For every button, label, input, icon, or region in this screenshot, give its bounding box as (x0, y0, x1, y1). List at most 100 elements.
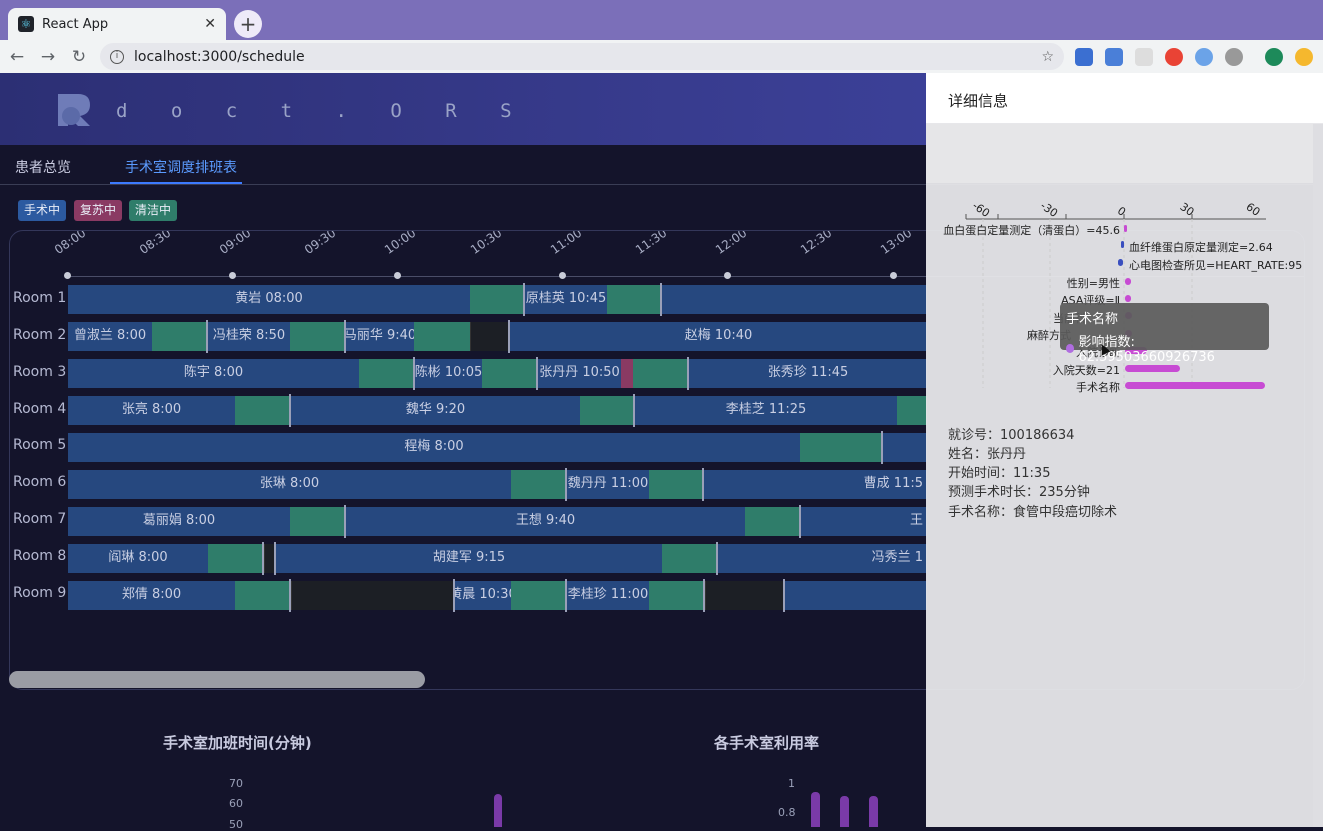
surgery-block[interactable]: 郑倩 8:00 (68, 581, 235, 610)
browser-tab[interactable]: ⚛ React App ✕ (8, 8, 226, 40)
cleaning-block[interactable] (235, 581, 289, 610)
cleaning-block[interactable] (152, 322, 206, 351)
surgery-block[interactable]: 魏丹丹 11:00 (567, 470, 649, 499)
tab-patient-overview[interactable]: 患者总览 (15, 157, 71, 177)
overtime-bar[interactable] (494, 794, 502, 827)
chrome-extension-icon[interactable] (1165, 48, 1183, 66)
cleaning-block[interactable] (580, 396, 633, 425)
cleaning-block[interactable] (511, 470, 565, 499)
surgery-block[interactable]: 马丽华 9:40 (346, 322, 414, 351)
idle-block[interactable] (470, 322, 508, 351)
utilization-bar[interactable] (811, 792, 820, 827)
time-dot (229, 272, 236, 279)
idle-block[interactable] (705, 581, 783, 610)
feature-bar[interactable] (1125, 382, 1265, 389)
feature-bar[interactable] (1125, 365, 1180, 372)
surgery-block[interactable]: 陈宇 8:00 (68, 359, 359, 388)
surgery-block[interactable]: 曾淑兰 8:00 (68, 322, 152, 351)
surgery-block[interactable]: 陈彬 10:05 (415, 359, 482, 388)
cleaning-block[interactable] (359, 359, 413, 388)
panel-section (926, 124, 1323, 184)
utilization-bar[interactable] (840, 796, 849, 827)
cleaning-block[interactable] (633, 359, 687, 388)
cleaning-block[interactable] (745, 507, 799, 536)
surgery-block[interactable]: 程梅 8:00 (68, 433, 800, 462)
reload-icon[interactable]: ↻ (65, 47, 93, 67)
feature-bar[interactable] (1125, 278, 1131, 285)
address-bar[interactable]: i localhost:3000/schedule ☆ (100, 43, 1064, 70)
surgery-block[interactable]: 张琳 8:00 (68, 470, 511, 499)
cleaning-block[interactable] (649, 470, 702, 499)
extension-icon[interactable] (1135, 48, 1153, 66)
tab-or-schedule[interactable]: 手术室调度排班表 (125, 157, 237, 177)
feature-label: 心电图检查所见=HEART_RATE:95 (1129, 259, 1303, 272)
surgery-block[interactable]: 黄晨 10:30 (455, 581, 511, 610)
feature-bar[interactable] (1124, 225, 1127, 232)
room-label: Room 1 (13, 290, 67, 306)
surgery-block[interactable]: 葛丽娟 8:00 (68, 507, 290, 536)
cleaning-block[interactable] (470, 285, 524, 314)
surgery-block[interactable]: 王想 9:40 (346, 507, 745, 536)
cleaning-block[interactable] (290, 322, 344, 351)
surgery-block[interactable]: 张秀珍 11:45 (689, 359, 927, 388)
extension-new-icon[interactable] (1075, 48, 1093, 66)
recovery-block[interactable] (621, 359, 633, 388)
feature-label: 手术名称 (1076, 381, 1120, 394)
forward-icon[interactable]: → (34, 47, 62, 67)
time-tick: 09:30 (301, 230, 339, 257)
cleaning-block[interactable] (208, 544, 262, 573)
surgery-block[interactable]: 黄岩 08:00 (68, 285, 470, 314)
cleaning-block[interactable] (482, 359, 536, 388)
idle-block[interactable] (291, 581, 453, 610)
surgery-block[interactable]: 张亮 8:00 (68, 396, 235, 425)
extension-icon[interactable] (1225, 48, 1243, 66)
new-tab-button[interactable]: + (234, 10, 262, 38)
surgery-block[interactable]: 李桂芝 11:25 (635, 396, 897, 425)
cleaning-block[interactable] (607, 285, 661, 314)
cleaning-block[interactable] (414, 322, 470, 351)
surgery-block[interactable] (785, 581, 927, 610)
surgery-block[interactable] (883, 433, 927, 462)
surgery-block[interactable]: 胡建军 9:15 (276, 544, 662, 573)
surgery-block[interactable]: 魏华 9:20 (291, 396, 580, 425)
surgery-block[interactable]: 曹成 11:5 (704, 470, 927, 499)
surgery-block[interactable]: 冯秀兰 1 (718, 544, 927, 573)
url-text: localhost:3000/schedule (134, 48, 305, 65)
surgery-block[interactable]: 原桂英 10:45 (525, 285, 607, 314)
cleaning-block[interactable] (511, 581, 565, 610)
surgery-block[interactable] (662, 285, 927, 314)
feature-bar[interactable] (1118, 259, 1123, 266)
idle-block[interactable] (264, 544, 274, 573)
profile-avatar[interactable] (1265, 48, 1283, 66)
surgery-block[interactable]: 冯桂荣 8:50 (208, 322, 290, 351)
utilization-bar[interactable] (869, 796, 878, 827)
surgery-block[interactable]: 赵梅 10:40 (510, 322, 927, 351)
surgery-block[interactable]: 张丹丹 10:50 (538, 359, 621, 388)
close-icon[interactable]: ✕ (204, 16, 216, 32)
cleaning-block[interactable] (800, 433, 881, 462)
surgery-block[interactable]: 阎琳 8:00 (68, 544, 208, 573)
time-tick: 13:00 (877, 230, 915, 257)
cleaning-block[interactable] (662, 544, 716, 573)
feature-bar[interactable] (1125, 295, 1131, 302)
cleaning-block[interactable] (290, 507, 344, 536)
feature-bar[interactable] (1121, 241, 1124, 248)
surgery-block[interactable]: 王 (801, 507, 927, 536)
info-name: 姓名：张丹丹 (948, 447, 1027, 462)
bookmark-star-icon[interactable]: ☆ (1041, 49, 1054, 65)
time-tick: 08:00 (51, 230, 89, 257)
translate-extension-icon[interactable] (1105, 48, 1123, 66)
horizontal-scrollbar[interactable] (9, 671, 425, 688)
cleaning-block[interactable] (235, 396, 289, 425)
back-icon[interactable]: ← (3, 47, 31, 67)
y-tick: 50 (229, 818, 243, 831)
site-info-icon[interactable]: i (110, 49, 124, 64)
cleaning-block[interactable] (897, 396, 927, 425)
extension-icon[interactable] (1195, 48, 1213, 66)
panel-scrollbar[interactable] (1313, 124, 1323, 827)
extension-icon[interactable] (1295, 48, 1313, 66)
time-tick: 11:30 (632, 230, 670, 257)
room-label: Room 8 (13, 548, 67, 564)
cleaning-block[interactable] (649, 581, 703, 610)
surgery-block[interactable]: 李桂珍 11:00 (567, 581, 649, 610)
